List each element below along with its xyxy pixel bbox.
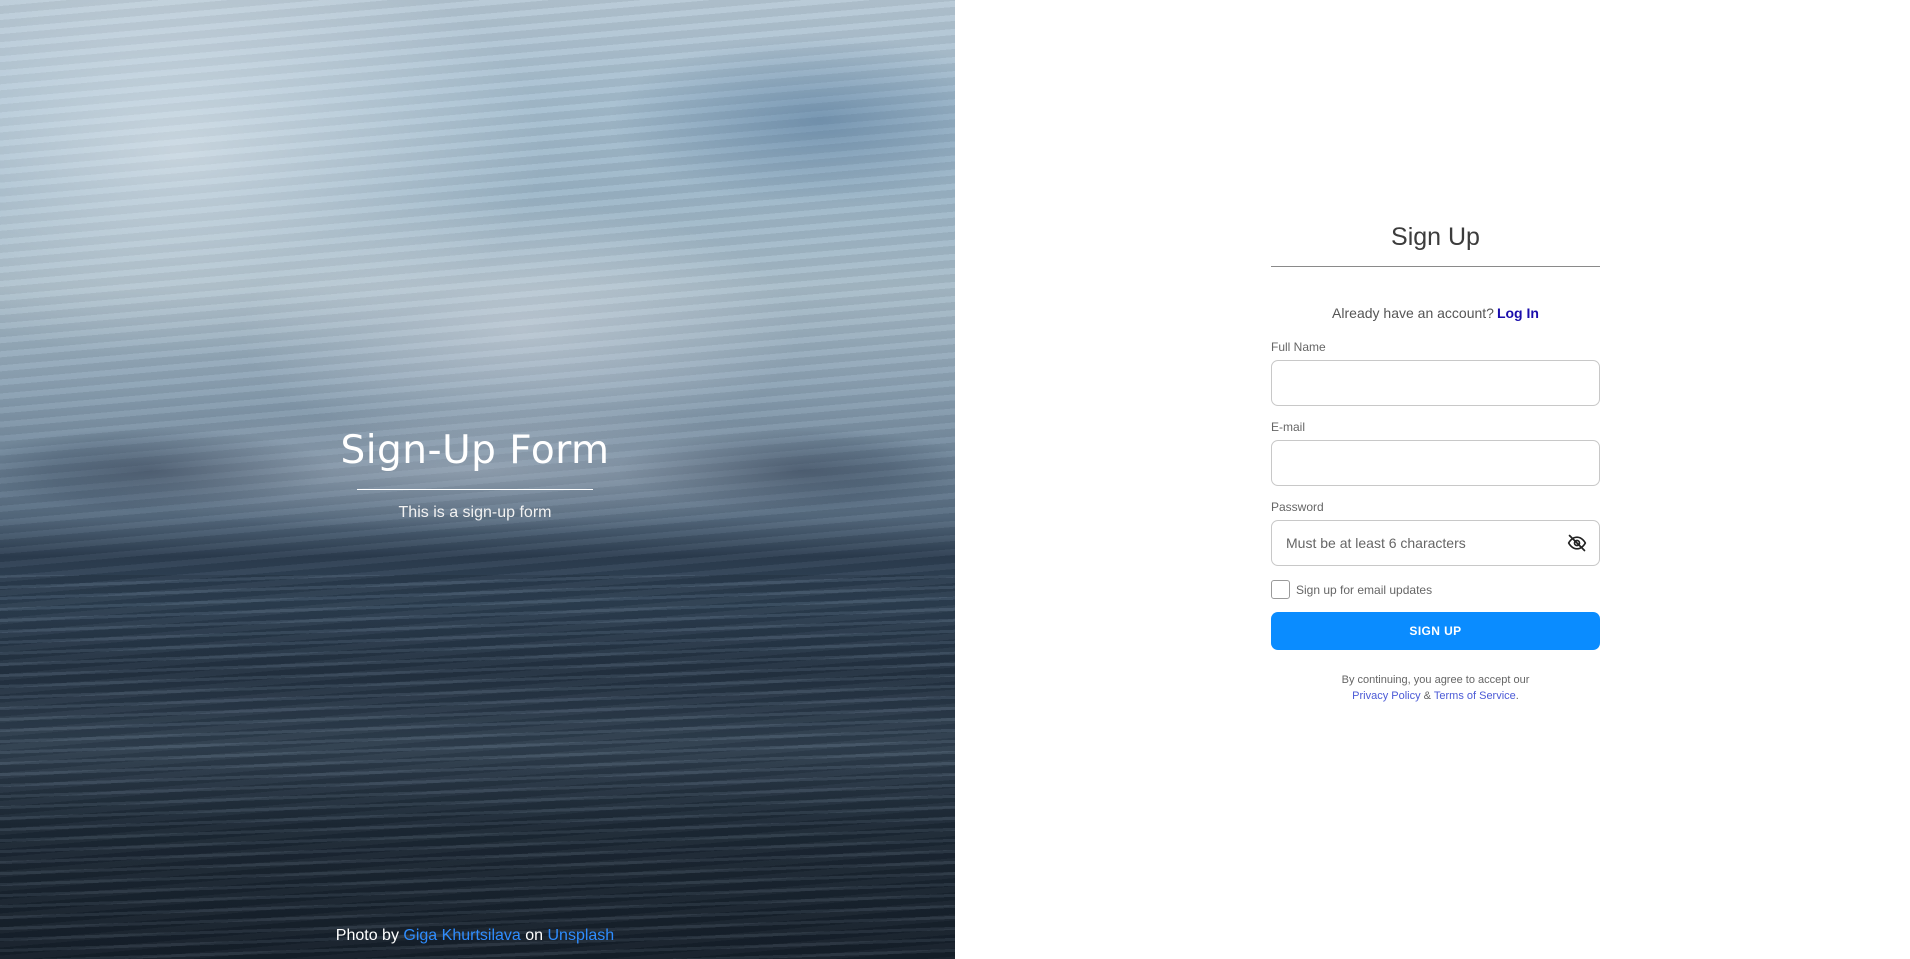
page: Sign-Up Form This is a sign-up form Phot… xyxy=(0,0,1910,959)
full-name-input[interactable] xyxy=(1271,360,1600,406)
hero-title: Sign-Up Form xyxy=(340,428,610,473)
email-input[interactable] xyxy=(1271,440,1600,486)
password-input[interactable] xyxy=(1271,520,1600,566)
hero-panel: Sign-Up Form This is a sign-up form Phot… xyxy=(0,0,955,959)
sign-up-button[interactable]: SIGN UP xyxy=(1271,612,1600,650)
credit-author-link[interactable]: Giga Khurtsilava xyxy=(403,927,520,944)
login-link[interactable]: Log In xyxy=(1497,305,1539,321)
email-updates-row: Sign up for email updates xyxy=(1271,580,1600,599)
email-label: E-mail xyxy=(1271,420,1306,434)
hero-divider xyxy=(357,489,593,490)
form-divider xyxy=(1271,266,1600,267)
legal-line: By continuing, you agree to accept our xyxy=(1341,674,1530,686)
login-prompt: Already have an account? Log In xyxy=(1271,305,1600,321)
legal-and: & xyxy=(1420,690,1434,702)
legal-text: By continuing, you agree to accept our P… xyxy=(1271,672,1600,704)
legal-end: . xyxy=(1515,690,1519,702)
credit-middle: on xyxy=(520,927,548,944)
form-title: Sign Up xyxy=(1391,223,1480,251)
legal-links: Privacy Policy & Terms of Service. xyxy=(1271,688,1600,704)
photo-credit: Photo by Giga Khurtsilava on Unsplash xyxy=(0,927,950,945)
privacy-policy-link[interactable]: Privacy Policy xyxy=(1352,690,1420,702)
login-prompt-text: Already have an account? xyxy=(1332,305,1494,321)
hero-subtitle: This is a sign-up form xyxy=(398,504,552,521)
password-wrapper xyxy=(1271,520,1600,566)
terms-of-service-link[interactable]: Terms of Service xyxy=(1434,690,1516,702)
signup-form: Sign Up Already have an account? Log In F… xyxy=(1271,220,1600,704)
full-name-label: Full Name xyxy=(1271,340,1326,354)
email-updates-label: Sign up for email updates xyxy=(1296,582,1433,597)
form-panel: Sign Up Already have an account? Log In F… xyxy=(955,0,1910,959)
credit-site-link[interactable]: Unsplash xyxy=(547,927,614,944)
hero-content: Sign-Up Form This is a sign-up form xyxy=(0,428,950,522)
email-updates-checkbox[interactable] xyxy=(1271,580,1290,599)
credit-prefix: Photo by xyxy=(335,927,404,944)
eye-slash-icon[interactable] xyxy=(1566,532,1588,554)
password-label: Password xyxy=(1271,500,1324,514)
